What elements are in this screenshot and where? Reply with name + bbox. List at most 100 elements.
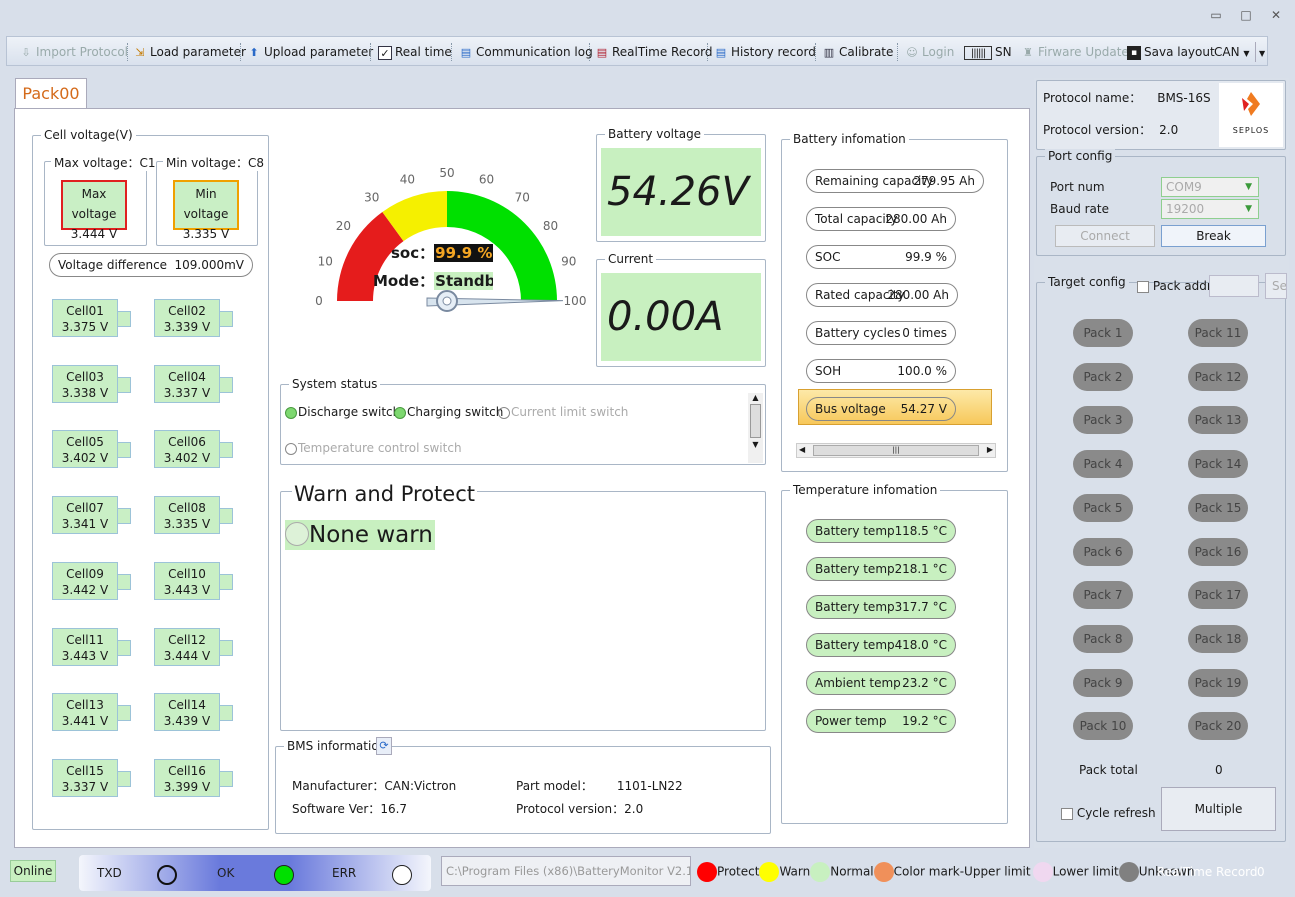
cell-name: Cell12: [168, 632, 206, 647]
voltage-difference-value: 109.000mV: [174, 258, 244, 272]
can-dropdown[interactable]: CAN ▼: [1214, 42, 1250, 62]
communication-log-button[interactable]: ▤ Communication log: [459, 42, 593, 62]
login-button[interactable]: ☺ Login: [905, 42, 954, 62]
calibrate-label: Calibrate: [839, 45, 894, 59]
status-bar: Online TXD OK ERR C:\Program Files (x86)…: [0, 852, 1295, 897]
pack-button[interactable]: Pack 19: [1188, 668, 1248, 697]
pack-button[interactable]: Pack 16: [1188, 537, 1248, 566]
pack-button[interactable]: Pack 12: [1188, 362, 1248, 391]
break-button[interactable]: Break: [1161, 225, 1266, 247]
battery-info-item: SOH 100.0 %: [806, 359, 956, 383]
scroll-thumb[interactable]: |||: [813, 445, 979, 456]
cell-name: Cell09: [66, 566, 104, 581]
maximize-button[interactable]: □: [1238, 8, 1254, 22]
battery-info-group: Battery infomation Remaining capacity 279…: [781, 132, 1008, 472]
charging-label: Charging switch: [407, 405, 504, 419]
save-layout-button[interactable]: ▪ Sava layout: [1127, 42, 1215, 62]
minimize-button[interactable]: ▭: [1208, 8, 1224, 22]
scroll-thumb[interactable]: [750, 404, 761, 438]
close-button[interactable]: ✕: [1268, 8, 1284, 22]
pack-button[interactable]: Pack 5: [1073, 493, 1133, 522]
pack-button[interactable]: Pack 13: [1188, 406, 1248, 435]
cell-indicator: Cell11 3.443 V: [52, 627, 131, 666]
connect-button[interactable]: Connect: [1055, 225, 1155, 247]
realtime-label: Real time: [395, 45, 452, 59]
gauge-tick-label: 0: [315, 294, 323, 308]
battery-info-title: Battery infomation: [790, 132, 909, 146]
pack-button[interactable]: Pack 1: [1073, 319, 1133, 347]
multiple-button[interactable]: Multiple: [1161, 787, 1276, 831]
firmware-update-button[interactable]: ♜ Firware Update: [1021, 42, 1129, 62]
scroll-down-icon: ▼: [752, 440, 759, 449]
pack-button[interactable]: Pack 7: [1073, 581, 1133, 610]
pack-button[interactable]: Pack 18: [1188, 624, 1248, 653]
battery-info-label: SOH: [815, 364, 842, 378]
cell-name: Cell13: [66, 698, 104, 713]
cell-indicator: Cell08 3.335 V: [154, 496, 233, 535]
pack-button[interactable]: Pack 3: [1073, 406, 1133, 435]
battery-info-value: 280.00 Ah: [887, 288, 949, 302]
cell-name: Cell07: [66, 501, 104, 516]
pack-button[interactable]: Pack 9: [1073, 668, 1133, 697]
cell-voltage-value: 3.443 V: [61, 648, 109, 663]
right-panel: Protocol name： BMS-16S Protocol version： 2…: [1034, 78, 1289, 848]
port-num-value: COM9: [1166, 180, 1202, 194]
set-button[interactable]: Se: [1265, 273, 1287, 299]
refresh-icon[interactable]: ⟳: [376, 737, 392, 755]
realtime-record-button[interactable]: ▤ RealTime Record: [595, 42, 713, 62]
pack-button[interactable]: Pack 2: [1073, 362, 1133, 391]
battery-info-hscrollbar[interactable]: ◀ ||| ▶: [796, 443, 996, 458]
pack-button[interactable]: Pack 17: [1188, 581, 1248, 610]
checkbox-icon: [1061, 807, 1073, 820]
tab-pack00[interactable]: Pack00: [15, 78, 87, 108]
protocol-ver-value: 2.0: [1159, 123, 1179, 137]
cell-indicator: Cell05 3.402 V: [52, 430, 131, 469]
battery-info-value: 99.9 %: [905, 250, 947, 264]
pack-button[interactable]: Pack 10: [1073, 712, 1133, 741]
history-label: History record: [731, 45, 816, 59]
pack-addr-checkbox[interactable]: Pack addr: [1137, 279, 1212, 293]
seplos-logo: SEPLOS: [1219, 83, 1283, 147]
record-icon: ▤: [596, 45, 608, 59]
pack-button[interactable]: Pack 11: [1188, 319, 1248, 347]
temperature-value: 23.2 °C: [902, 676, 947, 690]
baud-rate-select[interactable]: 19200 ▼: [1161, 199, 1259, 219]
pack-button[interactable]: Pack 20: [1188, 712, 1248, 741]
software-version-label: Software Ver：: [292, 802, 381, 816]
cell-indicator: Cell06 3.402 V: [154, 430, 233, 469]
realtime-button[interactable]: ✓ Real time: [378, 42, 452, 62]
battery-info-value: 280.00 Ah: [885, 212, 947, 226]
port-num-select[interactable]: COM9 ▼: [1161, 177, 1259, 197]
warn-dot-icon: [759, 862, 780, 882]
battery-info-value: 0 times: [902, 326, 947, 340]
scroll-right-icon: ▶: [986, 445, 993, 454]
import-protocol-button[interactable]: ⇩ Import Protocol: [19, 42, 128, 62]
status-scrollbar[interactable]: ▲ ▼: [748, 393, 763, 463]
normal-dot-icon: [810, 862, 831, 882]
warn-title: Warn and Protect: [292, 482, 477, 506]
pack-button[interactable]: Pack 4: [1073, 450, 1133, 479]
calibrate-button[interactable]: ▥ Calibrate: [822, 42, 894, 62]
battery-info-label: Battery cycles: [815, 326, 901, 340]
protect-dot-icon: [697, 862, 717, 882]
cell-voltage-value: 3.402 V: [61, 451, 109, 466]
pack-addr-input[interactable]: [1209, 275, 1259, 297]
temperature-value: 17.7 °C: [902, 600, 947, 614]
upload-parameter-button[interactable]: ⬆ Upload parameter: [247, 42, 373, 62]
target-config-title: Target config: [1045, 275, 1129, 289]
cycle-refresh-checkbox[interactable]: Cycle refresh: [1061, 806, 1156, 820]
load-parameter-button[interactable]: ⇲ Load parameter: [133, 42, 246, 62]
pack-button[interactable]: Pack 8: [1073, 624, 1133, 653]
pack-button[interactable]: Pack 15: [1188, 493, 1248, 522]
mode-value: Standb: [434, 272, 493, 290]
sn-button[interactable]: |||||| SN: [964, 42, 1012, 62]
pack-button[interactable]: Pack 14: [1188, 450, 1248, 479]
min-voltage-value: 3.335 V: [182, 227, 230, 241]
mode-label: Mode：: [373, 272, 435, 290]
gauge-tick-label: 100: [564, 294, 587, 308]
toolbar-overflow-button[interactable]: ▼: [1255, 42, 1265, 62]
history-record-button[interactable]: ▤ History record: [714, 42, 816, 62]
cell-name: Cell06: [168, 435, 206, 450]
pack-button[interactable]: Pack 6: [1073, 537, 1133, 566]
cell-voltage-value: 3.442 V: [61, 582, 109, 597]
